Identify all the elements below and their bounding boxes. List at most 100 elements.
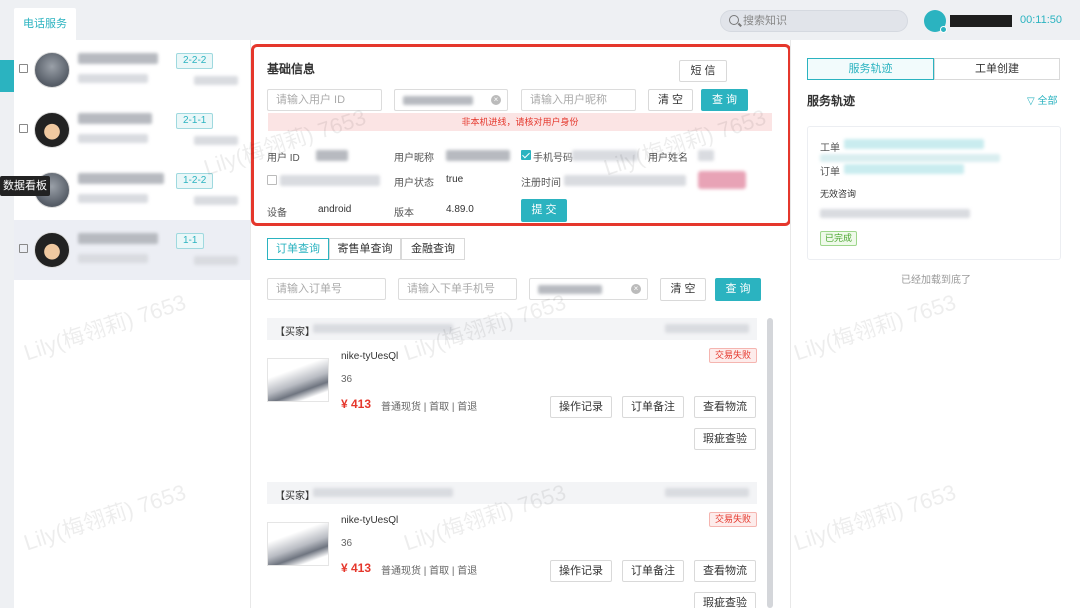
tab-phone-service[interactable]: 电话服务 [14, 8, 76, 40]
order-meta: 普通现货 | 首取 | 首退 [381, 566, 478, 577]
sms-button[interactable]: 短 信 [679, 60, 727, 82]
clear-icon[interactable]: × [491, 95, 501, 105]
user-id-label: 用户 ID [267, 153, 300, 164]
edit-icon[interactable] [19, 244, 28, 253]
order-number-input[interactable]: 请输入订单号 [267, 278, 386, 300]
operation-log-button[interactable]: 操作记录 [550, 396, 612, 418]
buyer-info-redacted [313, 324, 453, 333]
query-button[interactable]: 查 询 [701, 89, 748, 111]
order-time-redacted [665, 488, 749, 497]
view-logistics-button[interactable]: 查看物流 [694, 560, 756, 582]
device-value: android [318, 204, 352, 215]
session-name-redacted [78, 113, 152, 124]
main-panel: 基础信息 短 信 请输入用户 ID × 请输入用户昵称 清 空 查 询 非本机进… [250, 40, 791, 608]
status-value: true [446, 174, 464, 185]
submit-button[interactable]: 提 交 [521, 199, 567, 222]
session-name-redacted [78, 53, 158, 64]
product-price: ¥ 413 [341, 561, 372, 575]
avatar [34, 232, 70, 268]
defect-inspection-button[interactable]: 瑕疵查验 [694, 592, 756, 608]
tab-service-track[interactable]: 服务轨迹 [807, 58, 934, 80]
avatar [34, 52, 70, 88]
order-meta: 普通现货 | 首取 | 首退 [381, 402, 478, 413]
product-size: 36 [341, 374, 353, 385]
order-phone-input[interactable]: 请输入下单手机号 [398, 278, 517, 300]
version-value: 4.89.0 [446, 204, 474, 215]
identity-warning: 非本机进线，请核对用户身份 [268, 113, 772, 131]
phone-value-redacted [403, 96, 473, 105]
agent-avatar[interactable] [924, 10, 947, 33]
top-bar: 电话服务 搜索知识 00:11:50 [0, 0, 1080, 40]
track-card[interactable]: 工单 订单 无效咨询 已完成 [807, 126, 1061, 260]
session-item[interactable]: 2-2-2 [14, 40, 250, 100]
product-size: 36 [341, 538, 353, 549]
service-track-panel: 服务轨迹 工单创建 服务轨迹 ▽ 全部 工单 订单 无效咨询 已完成 已经加载到… [790, 40, 1080, 608]
version-label: 版本 [394, 208, 414, 219]
field-value-redacted [280, 175, 380, 186]
filter-all[interactable]: ▽ 全部 [1027, 92, 1057, 107]
app-window: 电话服务 搜索知识 00:11:50 2-2-2 2-1-1 1-2-2 1-1… [0, 0, 1080, 608]
operation-log-button[interactable]: 操作记录 [550, 560, 612, 582]
basic-info-section: 基础信息 短 信 请输入用户 ID × 请输入用户昵称 清 空 查 询 非本机进… [251, 44, 791, 226]
phone-search-input[interactable]: × [394, 89, 508, 111]
product-name: nike-tyUesQl [341, 515, 399, 526]
service-track-title: 服务轨迹 [807, 94, 856, 108]
product-price: ¥ 413 [341, 397, 372, 411]
tab-finance-query[interactable]: 金融查询 [401, 238, 465, 260]
tag-redacted [698, 171, 746, 189]
phone-checkbox[interactable] [521, 150, 531, 160]
edit-icon[interactable] [19, 124, 28, 133]
buyer-label: 【买家】 [275, 327, 315, 338]
session-preview-redacted [78, 134, 148, 143]
order-filter-input[interactable]: × [529, 278, 648, 300]
register-value-redacted [564, 175, 686, 186]
ticket-detail-redacted [820, 154, 1000, 162]
ticket-label: 工单 [820, 143, 840, 154]
order-label: 订单 [820, 167, 840, 178]
product-image[interactable] [267, 358, 329, 402]
buyer-label: 【买家】 [275, 491, 315, 502]
filter-label: 全部 [1037, 96, 1058, 107]
order-clear-button[interactable]: 清 空 [660, 278, 706, 301]
clear-icon[interactable]: × [631, 284, 641, 294]
track-type: 无效咨询 [820, 189, 857, 199]
phone-label: 手机号码 [533, 153, 573, 164]
defect-inspection-button[interactable]: 瑕疵查验 [694, 428, 756, 450]
tab-consignment-query[interactable]: 寄售单查询 [329, 238, 401, 260]
ticket-link-redacted[interactable] [844, 139, 984, 149]
call-timer: 00:11:50 [1020, 14, 1063, 26]
scrollbar[interactable] [767, 318, 773, 608]
user-id-input[interactable]: 请输入用户 ID [267, 89, 382, 111]
nickname-value-redacted [446, 150, 510, 161]
nickname-input[interactable]: 请输入用户昵称 [521, 89, 636, 111]
tab-order-query[interactable]: 订单查询 [267, 238, 329, 260]
row-checkbox[interactable] [267, 175, 277, 185]
tab-ticket-create[interactable]: 工单创建 [934, 58, 1060, 80]
nickname-label: 用户昵称 [394, 153, 434, 164]
search-placeholder: 搜索知识 [743, 15, 787, 27]
order-query-button[interactable]: 查 询 [715, 278, 761, 301]
session-item[interactable]: 2-1-1 [14, 100, 250, 160]
view-logistics-button[interactable]: 查看物流 [694, 396, 756, 418]
order-note-button[interactable]: 订单备注 [622, 396, 684, 418]
session-time-redacted [194, 136, 238, 145]
session-badge: 1-1 [176, 233, 205, 249]
session-item-active[interactable]: 1-1 [14, 220, 250, 280]
order-link-redacted[interactable] [844, 164, 964, 174]
clear-button[interactable]: 清 空 [648, 89, 693, 111]
phone-value-redacted [572, 150, 638, 161]
track-time-redacted [820, 209, 970, 218]
order-header: 【买家】 [267, 482, 757, 504]
order-time-redacted [665, 324, 749, 333]
knowledge-search-input[interactable]: 搜索知识 [720, 10, 908, 32]
session-preview-redacted [78, 74, 148, 83]
basic-info-title: 基础信息 [267, 62, 316, 76]
session-badge: 2-2-2 [176, 53, 214, 69]
order-note-button[interactable]: 订单备注 [622, 560, 684, 582]
product-image[interactable] [267, 522, 329, 566]
edit-icon[interactable] [19, 64, 28, 73]
order-header: 【买家】 [267, 318, 757, 340]
real-name-label: 用户姓名 [648, 153, 688, 164]
dashboard-tooltip[interactable]: 数据看板 [0, 176, 50, 196]
real-name-value-redacted [698, 150, 714, 161]
